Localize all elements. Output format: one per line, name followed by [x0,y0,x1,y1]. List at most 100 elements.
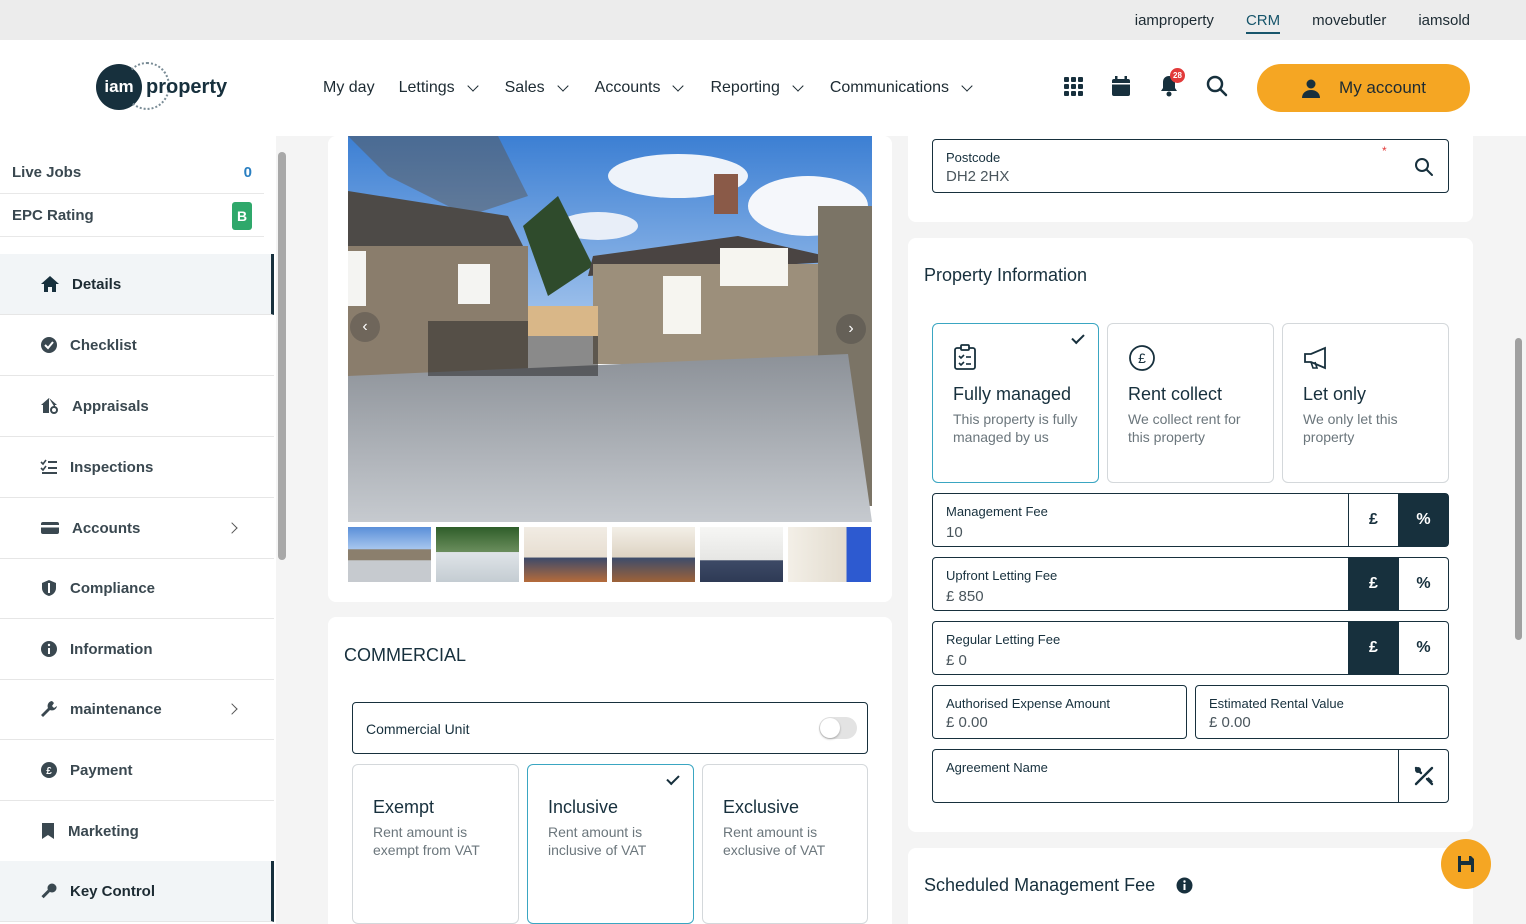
thumbnail[interactable] [700,527,783,582]
scheduled-fee-title: Scheduled Management Fee [924,875,1156,895]
chevron-down-icon [961,80,973,92]
sidebar-item-details[interactable]: Details [0,254,274,315]
field-label: Agreement Name [946,760,1048,775]
option-title: Exclusive [723,797,800,817]
megaphone-icon [1304,346,1326,370]
postcode-field[interactable]: Postcode * DH2 2HX [932,139,1449,193]
property-information-title: Property Information [924,265,1088,285]
chevron-down-icon [792,80,804,92]
nav-my-day[interactable]: My day [323,79,375,97]
sidebar-item-key-control[interactable]: Key Control [0,861,274,922]
notifications-bell-icon[interactable]: 28 [1157,68,1185,98]
pound-icon: £ [41,762,57,778]
vat-option-exempt[interactable]: Exempt Rent amount is exempt from VAT [352,764,519,924]
option-description: Rent amount is exclusive of VAT [723,824,826,858]
epc-badge: B [232,201,252,230]
nav-lettings[interactable]: Lettings [399,79,481,97]
nav-label: Reporting [710,79,780,96]
agreement-tools-button[interactable] [1398,750,1448,802]
sidebar-item-label: Appraisals [72,397,149,415]
property-sidebar: Live Jobs 0 EPC Rating B Details Checkli… [0,136,276,924]
calendar-icon[interactable] [1109,74,1133,98]
sidebar-scrollbar[interactable] [278,152,286,560]
percent-unit-button[interactable]: % [1398,558,1448,610]
search-icon[interactable] [1414,157,1434,177]
sidebar-item-label: Details [72,275,122,293]
house-search-icon [41,398,58,414]
sidebar-item-label: Inspections [70,458,154,476]
authorised-expense-field[interactable]: Authorised Expense Amount £ 0.00 [932,685,1187,739]
agreement-name-field[interactable]: Agreement Name [932,749,1449,803]
brand-iamproperty-link[interactable]: iamproperty [1135,8,1214,33]
upfront-letting-fee-field[interactable]: Upfront Letting Fee £ 850 £ % [932,557,1449,611]
my-account-button[interactable]: My account [1257,64,1470,112]
regular-letting-fee-field[interactable]: Regular Letting Fee £ 0 £ % [932,621,1449,675]
management-type-rent-collect[interactable]: £ Rent collect We collect rent for this … [1107,323,1274,483]
live-jobs-stat[interactable]: Live Jobs 0 [0,152,264,194]
field-label: Regular Letting Fee [946,632,1061,647]
sidebar-item-marketing[interactable]: Marketing [0,801,274,862]
nav-accounts[interactable]: Accounts [595,79,687,97]
sidebar-item-payment[interactable]: £ Payment [0,740,274,801]
search-icon[interactable] [1205,74,1229,98]
percent-unit-button[interactable]: % [1398,622,1448,674]
key-icon [41,883,57,899]
user-icon [1302,79,1321,98]
sidebar-item-accounts[interactable]: Accounts [0,498,274,559]
sidebar-item-inspections[interactable]: Inspections [0,437,274,498]
sidebar-item-compliance[interactable]: Compliance [0,558,274,619]
chevron-right-icon [226,522,238,534]
commercial-unit-toggle[interactable] [819,717,857,739]
pound-unit-button[interactable]: £ [1348,494,1398,546]
nav-label: Communications [829,79,949,96]
sidebar-item-label: Payment [70,761,133,779]
management-type-fully-managed[interactable]: Fully managed This property is fully man… [932,323,1099,483]
property-photo[interactable] [348,136,872,522]
info-icon[interactable] [1176,877,1193,894]
svg-text:£: £ [1138,350,1146,366]
nav-communications[interactable]: Communications [830,79,975,97]
notification-count-badge: 28 [1170,68,1185,83]
sidebar-item-appraisals[interactable]: Appraisals [0,376,274,437]
epc-rating-stat[interactable]: EPC Rating B [0,195,264,237]
gallery-next-button[interactable]: › [836,314,866,344]
save-button[interactable] [1441,839,1491,889]
thumbnail[interactable] [788,527,871,582]
thumbnail[interactable] [524,527,607,582]
sidebar-item-maintenance[interactable]: maintenance [0,679,274,740]
vat-option-exclusive[interactable]: Exclusive Rent amount is exclusive of VA… [702,764,868,924]
brand-iamsold-link[interactable]: iamsold [1418,8,1470,33]
stat-label: EPC Rating [12,207,94,224]
pound-unit-button[interactable]: £ [1348,558,1398,610]
gallery-prev-button[interactable]: ‹ [350,312,380,342]
nav-sales[interactable]: Sales [505,79,571,97]
estimated-rental-value-field[interactable]: Estimated Rental Value £ 0.00 [1195,685,1449,739]
brand-movebutler-link[interactable]: movebutler [1312,8,1386,33]
clipboard-icon [954,344,976,370]
home-icon [41,276,59,292]
chevron-down-icon [466,80,479,92]
percent-unit-button[interactable]: % [1398,494,1448,546]
wrench-icon [41,701,57,717]
thumbnail[interactable] [436,527,519,582]
sidebar-item-label: Information [70,640,153,658]
pound-unit-button[interactable]: £ [1348,622,1398,674]
brand-crm-link[interactable]: CRM [1245,8,1281,34]
nav-label: Accounts [594,79,661,96]
main-nav: My day Lettings Sales Accounts Reporting… [323,40,975,136]
main-scrollbar[interactable] [1515,338,1522,640]
thumbnail[interactable] [348,527,431,582]
vat-option-inclusive[interactable]: Inclusive Rent amount is inclusive of VA… [527,764,694,924]
sidebar-item-checklist[interactable]: Checklist [0,315,274,376]
my-account-label: My account [1339,78,1426,97]
option-title: Rent collect [1128,384,1223,404]
main-header: iam property My day Lettings Sales Accou… [0,40,1526,136]
sidebar-item-information[interactable]: Information [0,619,274,680]
apps-grid-icon[interactable] [1061,74,1085,98]
save-icon [1458,856,1474,872]
management-fee-field[interactable]: Management Fee 10 £ % [932,493,1449,547]
nav-reporting[interactable]: Reporting [710,79,805,97]
thumbnail[interactable] [612,527,695,582]
management-type-let-only[interactable]: Let only We only let this property [1282,323,1449,483]
iamproperty-logo[interactable]: iam property [96,62,227,110]
